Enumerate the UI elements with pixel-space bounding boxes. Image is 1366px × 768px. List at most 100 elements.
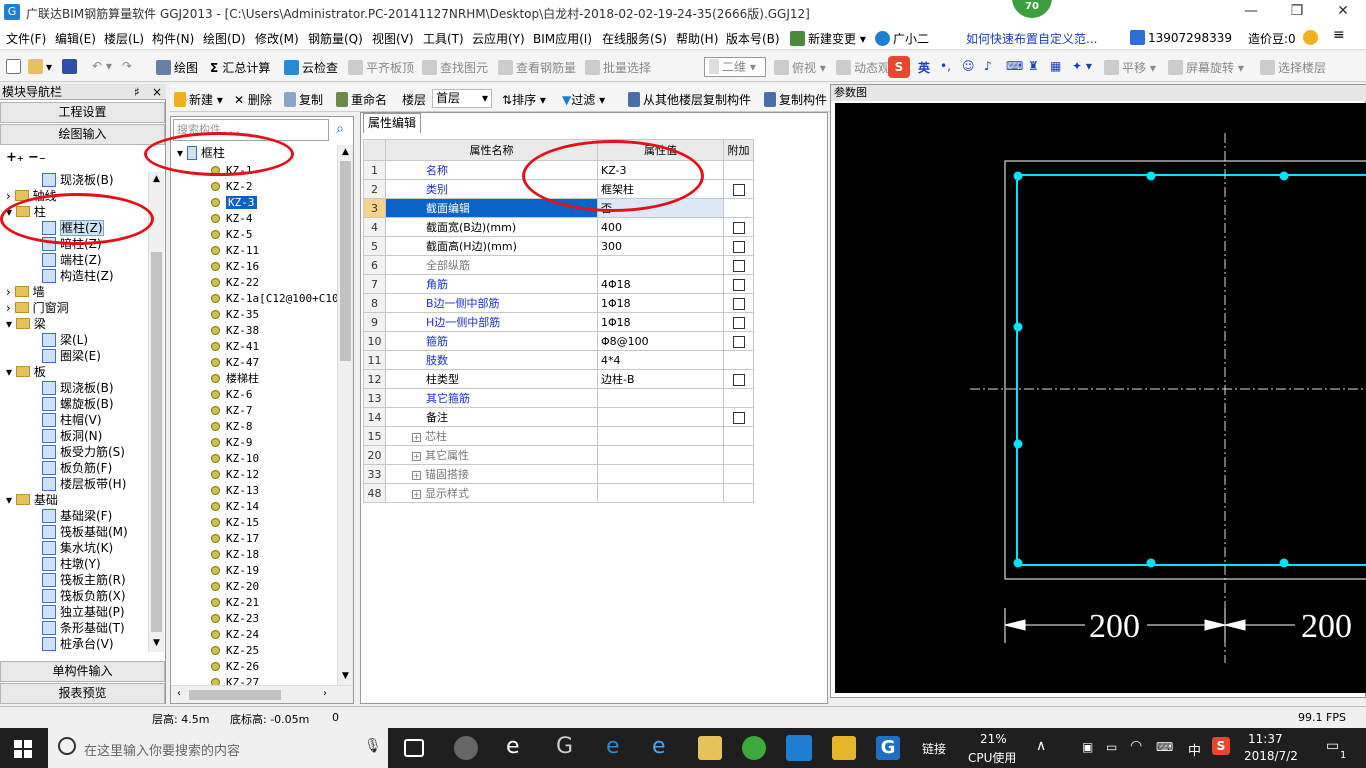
microphone-icon[interactable]: 🎙	[364, 738, 382, 754]
battery-icon[interactable]: ▭	[1106, 740, 1117, 754]
component-item[interactable]: KZ-38	[211, 323, 259, 339]
account[interactable]: 13907298339	[1130, 30, 1232, 45]
component-item[interactable]: KZ-35	[211, 307, 259, 323]
shirt-icon[interactable]: ♜	[1028, 59, 1039, 73]
taskbar-search-input[interactable]: 在这里输入你要搜索的内容 🎙	[48, 728, 388, 768]
extra-checkbox[interactable]	[732, 278, 745, 291]
nav-item[interactable]: 集水坑(K)	[42, 540, 113, 556]
clock-date[interactable]: 2018/7/2	[1244, 749, 1298, 763]
nav-item[interactable]: 桩承台(V)	[42, 636, 114, 652]
menu-file[interactable]: 文件(F)	[6, 30, 46, 47]
nav-scrollbar[interactable]: ▲ ▼	[148, 172, 164, 652]
menu-new-change[interactable]: 新建变更 ▾	[790, 30, 866, 47]
component-item[interactable]: 楼梯柱	[211, 371, 259, 387]
rotate-button[interactable]: 屏幕旋转 ▾	[1168, 59, 1244, 76]
component-item[interactable]: KZ-19	[211, 563, 259, 579]
property-row[interactable]: 13 其它箍筋	[363, 388, 754, 408]
top-view-button[interactable]: 俯视 ▾	[774, 59, 826, 76]
copy-to-button[interactable]: 复制构件	[764, 91, 827, 108]
undo-icon[interactable]: ↶ ▾	[92, 59, 112, 73]
nav-folder[interactable]: ▾ 板	[6, 364, 46, 380]
property-value[interactable]	[597, 483, 724, 503]
redo-icon[interactable]: ↷	[122, 59, 132, 73]
menu-modify[interactable]: 修改(M)	[255, 30, 299, 47]
view-rebar-button[interactable]: 查看钢筋量	[498, 59, 576, 76]
nav-item[interactable]: 螺旋板(B)	[42, 396, 114, 412]
component-item[interactable]: KZ-16	[211, 259, 259, 275]
pan-button[interactable]: 平移 ▾	[1104, 59, 1156, 76]
windows-start-icon[interactable]	[14, 740, 32, 758]
tab-property-edit[interactable]: 属性编辑	[363, 113, 421, 133]
chevron-right-icon[interactable]: ›	[6, 189, 15, 203]
menu-tools[interactable]: 工具(T)	[423, 30, 464, 47]
sogou-ime-icon[interactable]: S	[888, 56, 910, 78]
single-input-button[interactable]: 单构件输入	[0, 661, 165, 682]
edge-icon[interactable]: e	[606, 736, 630, 760]
component-item[interactable]: KZ-22	[211, 275, 259, 291]
nav-item[interactable]: 柱帽(V)	[42, 412, 102, 428]
expand-icon[interactable]: +	[412, 471, 421, 480]
sogou-tray-icon[interactable]: S	[1212, 737, 1230, 755]
glodon-app-icon[interactable]: G	[876, 736, 900, 760]
extra-checkbox[interactable]	[732, 259, 745, 272]
component-item[interactable]: KZ-23	[211, 611, 259, 627]
component-item[interactable]: KZ-6	[211, 387, 253, 403]
chevron-up-icon[interactable]: ∧	[1036, 738, 1046, 754]
property-row[interactable]: 48 + 显示样式	[363, 483, 754, 503]
nav-folder[interactable]: ▾ 梁	[6, 316, 46, 332]
component-item[interactable]: KZ-26	[211, 659, 259, 675]
nav-item[interactable]: 楼层板带(H)	[42, 476, 126, 492]
extra-checkbox[interactable]	[732, 221, 745, 234]
chevron-down-icon[interactable]: ▾	[6, 317, 16, 331]
property-value[interactable]: KZ-3	[597, 160, 724, 180]
nav-item[interactable]: 筏板负筋(X)	[42, 588, 126, 604]
property-value[interactable]	[597, 255, 724, 275]
extra-checkbox[interactable]	[732, 240, 745, 253]
nav-item[interactable]: 筏板基础(M)	[42, 524, 128, 540]
component-root[interactable]: ▾ 框柱	[177, 145, 225, 161]
nav-item[interactable]: 构造柱(Z)	[42, 268, 114, 284]
fan-app-icon[interactable]	[454, 736, 478, 760]
menu-rebar[interactable]: 钢筋量(Q)	[308, 30, 363, 47]
component-scroll-thumb[interactable]	[340, 161, 351, 361]
save-icon[interactable]	[62, 59, 80, 74]
coin-icon[interactable]	[1303, 30, 1321, 45]
property-value[interactable]: 4*4	[597, 350, 724, 370]
menu-view[interactable]: 视图(V)	[372, 30, 414, 47]
component-search-input[interactable]: 搜索构件...	[173, 119, 329, 141]
property-value[interactable]	[597, 407, 724, 427]
new-component-button[interactable]: 新建 ▾	[174, 91, 223, 108]
notification-icon[interactable]: ▭	[1326, 738, 1339, 754]
browser-360-icon[interactable]	[742, 736, 766, 760]
component-item[interactable]: KZ-25	[211, 643, 259, 659]
menu-cloud[interactable]: 云应用(Y)	[472, 30, 525, 47]
property-row[interactable]: 2 类别 框架柱	[363, 179, 754, 199]
extra-checkbox[interactable]	[732, 183, 745, 196]
search-icon[interactable]: ⌕	[331, 121, 349, 139]
component-item[interactable]: KZ-47	[211, 355, 259, 371]
copy-component-button[interactable]: 复制	[284, 91, 323, 108]
component-item[interactable]: KZ-1	[211, 163, 253, 179]
ie-icon[interactable]: e	[506, 736, 530, 760]
component-item[interactable]: KZ-2	[211, 179, 253, 195]
extra-checkbox[interactable]	[732, 316, 745, 329]
component-item[interactable]: KZ-1a[C12@100+C10	[211, 291, 339, 307]
extra-checkbox[interactable]	[732, 335, 745, 348]
notepad-app-icon[interactable]	[832, 736, 856, 760]
property-row[interactable]: 14 备注	[363, 407, 754, 427]
component-item[interactable]: KZ-4	[211, 211, 253, 227]
property-row[interactable]: 7 角筋 4Φ18	[363, 274, 754, 294]
nav-item[interactable]: 端柱(Z)	[42, 252, 102, 268]
property-value[interactable]: 框架柱	[597, 179, 724, 199]
nav-item[interactable]: 柱墩(Y)	[42, 556, 101, 572]
property-row[interactable]: 15 + 芯柱	[363, 426, 754, 446]
component-item[interactable]: KZ-10	[211, 451, 259, 467]
nav-item[interactable]: 现浇板(B)	[42, 380, 114, 396]
nav-scroll-thumb[interactable]	[151, 252, 162, 632]
ie-blue-icon[interactable]: e	[652, 736, 676, 760]
ime-lang-button[interactable]: 英	[918, 59, 930, 76]
close-icon[interactable]: ✕	[1320, 0, 1366, 24]
nav-folder[interactable]: › 墙	[6, 284, 45, 300]
property-row[interactable]: 5 截面高(H边)(mm) 300	[363, 236, 754, 256]
nav-folder[interactable]: › 轴线	[6, 188, 57, 204]
